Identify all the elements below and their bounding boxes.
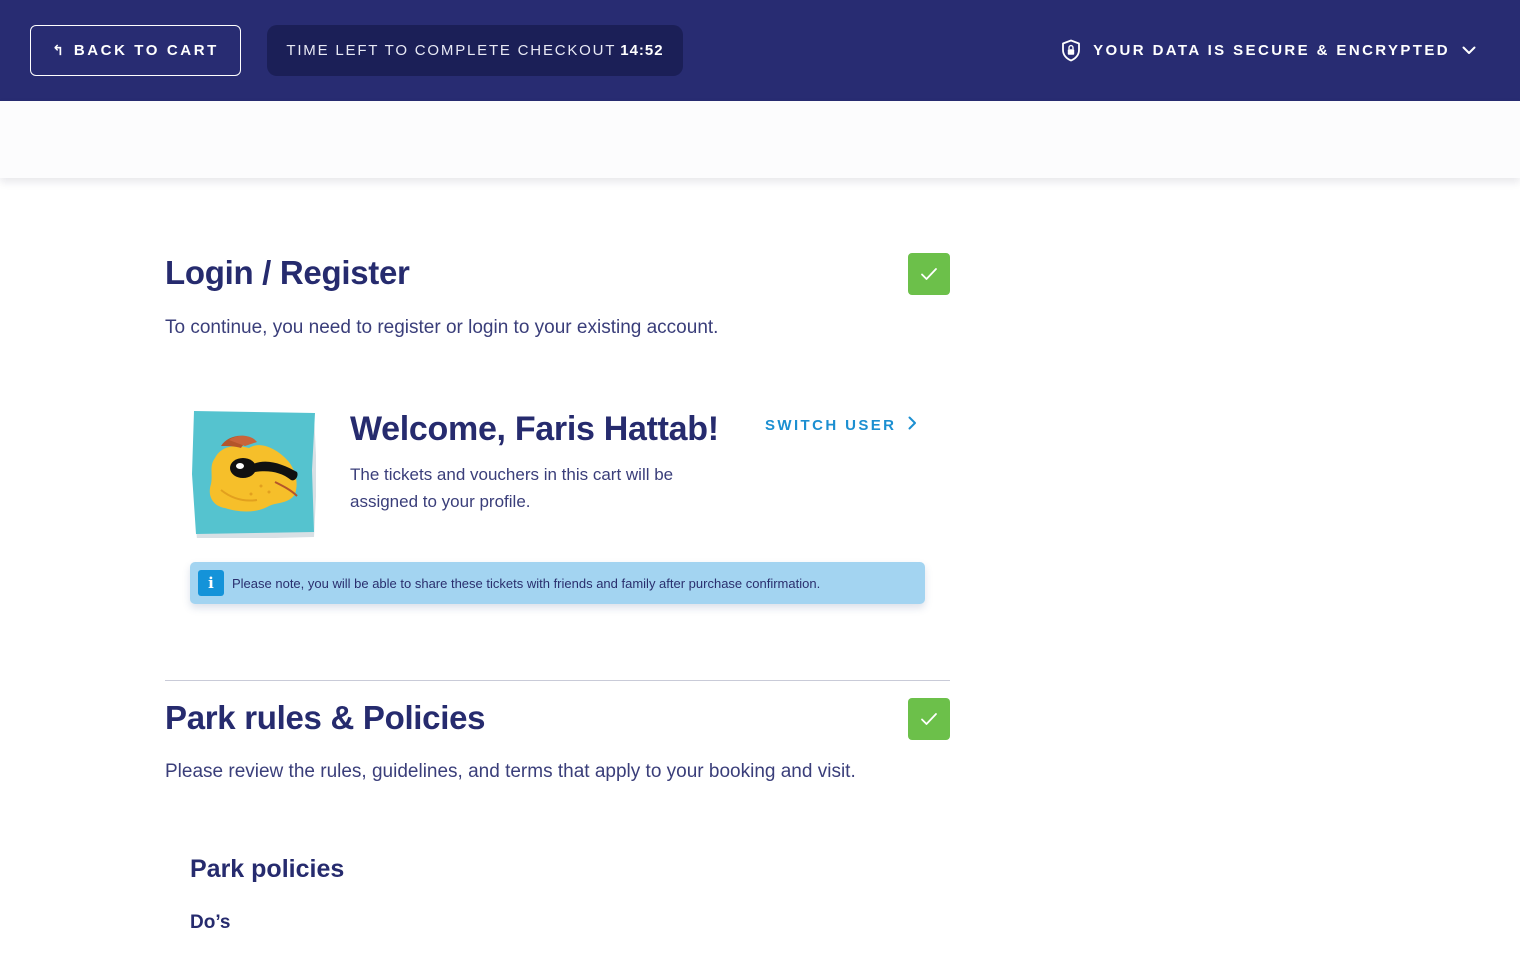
- back-to-cart-button[interactable]: ↰ BACK TO CART: [30, 25, 241, 76]
- policies-section-description: Please review the rules, guidelines, and…: [165, 761, 856, 782]
- welcome-description: The tickets and vouchers in this cart wi…: [350, 465, 674, 511]
- notice-text: Please note, you will be able to share t…: [232, 575, 821, 591]
- policies-complete-check-icon: [908, 698, 950, 740]
- chevron-down-icon: [1462, 46, 1476, 55]
- timer-value: 14:52: [620, 42, 664, 59]
- policies-section-title: Park rules & Policies: [165, 699, 486, 736]
- secure-label: YOUR DATA IS SECURE & ENCRYPTED: [1093, 41, 1450, 59]
- checkout-timer: TIME LEFT TO COMPLETE CHECKOUT 14:52: [267, 25, 683, 76]
- park-policies-heading: Park policies: [190, 855, 345, 883]
- return-arrow-icon: ↰: [52, 42, 64, 58]
- welcome-heading: Welcome, Faris Hattab!: [350, 410, 719, 448]
- progress-bar-area: [0, 101, 1520, 178]
- login-section-title: Login / Register: [165, 254, 410, 291]
- avatar: [191, 410, 317, 540]
- share-tickets-notice: i Please note, you will be able to share…: [190, 562, 925, 604]
- info-icon: i: [198, 570, 224, 596]
- chevron-right-icon: [908, 416, 917, 434]
- timer-label: TIME LEFT TO COMPLETE CHECKOUT: [286, 42, 617, 59]
- back-to-cart-label: BACK TO CART: [73, 42, 219, 59]
- section-divider: [165, 680, 950, 681]
- login-complete-check-icon: [908, 253, 950, 295]
- checkout-header: ↰ BACK TO CART TIME LEFT TO COMPLETE CHE…: [0, 0, 1520, 101]
- login-section-description: To continue, you need to register or log…: [165, 317, 719, 338]
- data-security-dropdown[interactable]: YOUR DATA IS SECURE & ENCRYPTED: [1061, 30, 1476, 70]
- switch-user-button[interactable]: SWITCH USER: [765, 416, 917, 434]
- switch-user-label: SWITCH USER: [765, 416, 897, 434]
- dos-heading: Do’s: [190, 912, 231, 933]
- shield-lock-icon: [1061, 39, 1081, 62]
